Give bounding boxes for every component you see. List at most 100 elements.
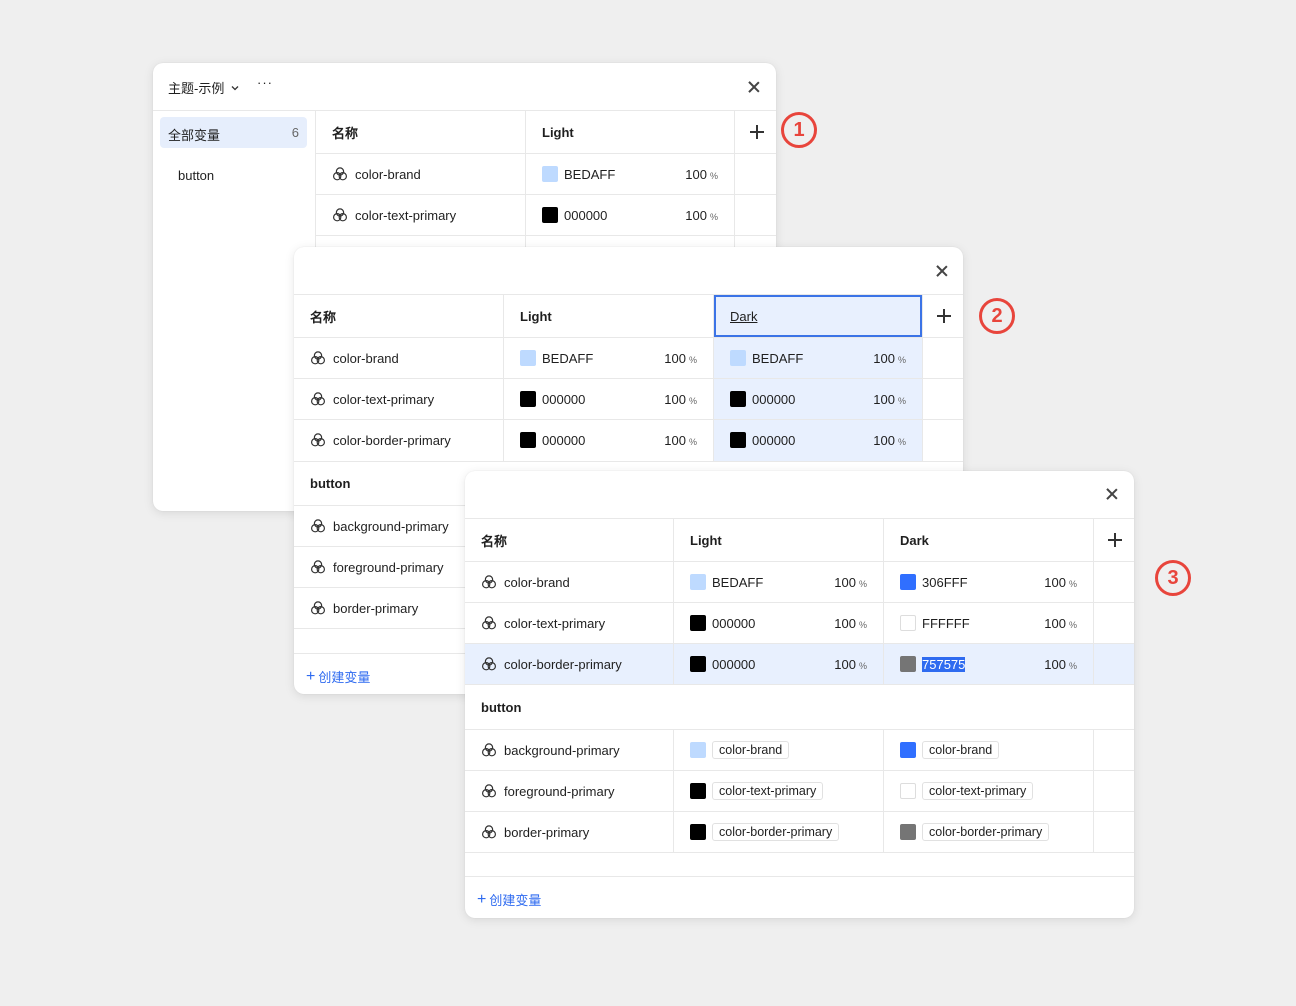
add-mode-button[interactable] — [1108, 533, 1122, 547]
sidebar-item-all-variables[interactable]: 全部变量 6 — [160, 117, 307, 148]
color-swatch[interactable] — [690, 615, 706, 631]
column-header-light[interactable]: Light — [674, 519, 883, 561]
color-swatch[interactable] — [690, 824, 706, 840]
variable-reference-chip[interactable]: color-brand — [922, 741, 1000, 759]
color-swatch[interactable] — [690, 783, 706, 799]
light-value-cell[interactable]: BEDAFF 100% — [674, 562, 883, 602]
light-value-cell[interactable]: color-brand — [674, 730, 883, 770]
color-swatch[interactable] — [520, 391, 536, 407]
opacity-value: 100% — [873, 350, 906, 366]
dark-value-cell[interactable]: 000000 100% — [714, 420, 922, 460]
step-badge-3: 3 — [1155, 560, 1191, 596]
chevron-down-icon — [231, 85, 239, 90]
table-row[interactable]: color-brand — [294, 338, 503, 378]
color-swatch[interactable] — [730, 432, 746, 448]
color-swatch[interactable] — [900, 783, 916, 799]
hex-value: 000000 — [752, 391, 796, 407]
hex-value: 306FFF — [922, 574, 968, 590]
plus-icon: + — [477, 890, 487, 908]
step-badge-1: 1 — [781, 112, 817, 148]
variable-reference-chip[interactable]: color-brand — [712, 741, 790, 759]
sidebar-item-button[interactable]: button — [160, 160, 307, 191]
column-header-dark[interactable]: Dark — [884, 519, 1093, 561]
collection-title[interactable]: 主题-示例 — [168, 78, 240, 97]
color-swatch[interactable] — [900, 742, 916, 758]
light-value-cell[interactable]: 000000 100% — [674, 644, 883, 684]
variable-icon — [310, 391, 326, 407]
opacity-value: 100% — [1044, 615, 1077, 631]
table-row[interactable]: foreground-primary — [465, 771, 673, 811]
dark-value-cell[interactable]: 757575 100% — [884, 644, 1093, 684]
color-swatch[interactable] — [690, 656, 706, 672]
table-row[interactable]: background-primary — [465, 730, 673, 770]
light-value-cell[interactable]: 000000 100% — [504, 420, 713, 460]
light-value-cell[interactable]: 000000 100% — [526, 195, 734, 235]
column-header-light[interactable]: Light — [526, 111, 734, 153]
variable-reference-chip[interactable]: color-text-primary — [922, 782, 1034, 800]
light-value-cell[interactable]: BEDAFF 100% — [504, 338, 713, 378]
opacity-value: 100% — [685, 207, 718, 223]
light-value-cell[interactable]: 000000 100% — [504, 379, 713, 419]
light-value-cell[interactable]: BEDAFF 100% — [526, 154, 734, 194]
add-mode-button[interactable] — [750, 125, 764, 139]
dark-value-cell[interactable]: BEDAFF 100% — [714, 338, 922, 378]
opacity-value: 100% — [834, 656, 867, 672]
table-row[interactable]: color-brand — [465, 562, 673, 602]
dark-value-cell[interactable]: color-brand — [884, 730, 1093, 770]
table-row[interactable]: color-text-primary — [465, 603, 673, 643]
color-swatch[interactable] — [730, 350, 746, 366]
table-row[interactable]: border-primary — [465, 812, 673, 852]
hex-value: 000000 — [752, 432, 796, 448]
dark-value-cell[interactable]: 000000 100% — [714, 379, 922, 419]
light-value-cell[interactable]: color-text-primary — [674, 771, 883, 811]
close-icon[interactable] — [1105, 487, 1119, 501]
table-row[interactable]: color-border-primary — [465, 644, 673, 684]
variable-reference-chip[interactable]: color-border-primary — [922, 823, 1050, 841]
opacity-value: 100% — [834, 615, 867, 631]
column-header-dark-input[interactable]: Dark — [714, 295, 922, 337]
variable-icon — [310, 350, 326, 366]
variable-reference-chip[interactable]: color-text-primary — [712, 782, 824, 800]
dark-value-cell[interactable]: color-text-primary — [884, 771, 1093, 811]
hex-value: 000000 — [712, 656, 756, 672]
table-row[interactable]: color-text-primary — [294, 379, 503, 419]
variable-icon — [481, 574, 497, 590]
hex-value: BEDAFF — [564, 166, 616, 182]
table-row[interactable]: color-text-primary — [316, 195, 525, 235]
color-swatch[interactable] — [542, 207, 558, 223]
hex-value: 000000 — [564, 207, 608, 223]
light-value-cell[interactable]: color-border-primary — [674, 812, 883, 852]
hex-value: BEDAFF — [752, 350, 804, 366]
opacity-value: 100% — [834, 574, 867, 590]
close-icon[interactable] — [935, 264, 949, 278]
create-variable-button[interactable]: + 创建变量 — [306, 667, 370, 686]
variable-name: color-brand — [504, 574, 570, 590]
variable-reference-chip[interactable]: color-border-primary — [712, 823, 840, 841]
color-swatch[interactable] — [542, 166, 558, 182]
dark-value-cell[interactable]: color-border-primary — [884, 812, 1093, 852]
hex-value: 000000 — [542, 432, 586, 448]
more-options-button[interactable]: ··· — [257, 75, 273, 90]
column-header-light[interactable]: Light — [504, 295, 713, 337]
color-swatch[interactable] — [900, 574, 916, 590]
color-swatch[interactable] — [690, 574, 706, 590]
color-swatch[interactable] — [690, 742, 706, 758]
dark-value-cell[interactable]: FFFFFF 100% — [884, 603, 1093, 643]
color-swatch[interactable] — [900, 615, 916, 631]
color-swatch[interactable] — [900, 656, 916, 672]
light-value-cell[interactable]: 000000 100% — [674, 603, 883, 643]
group-title[interactable]: button — [465, 685, 765, 729]
variable-name: color-border-primary — [333, 432, 451, 448]
dark-value-cell[interactable]: 306FFF 100% — [884, 562, 1093, 602]
color-swatch[interactable] — [730, 391, 746, 407]
sidebar-item-label: button — [178, 168, 215, 183]
close-icon[interactable] — [747, 80, 761, 94]
table-row[interactable]: color-brand — [316, 154, 525, 194]
color-swatch[interactable] — [520, 432, 536, 448]
table-row[interactable]: color-border-primary — [294, 420, 503, 460]
create-variable-button[interactable]: + 创建变量 — [477, 890, 541, 909]
variable-icon — [481, 742, 497, 758]
add-mode-button[interactable] — [937, 309, 951, 323]
color-swatch[interactable] — [520, 350, 536, 366]
color-swatch[interactable] — [900, 824, 916, 840]
